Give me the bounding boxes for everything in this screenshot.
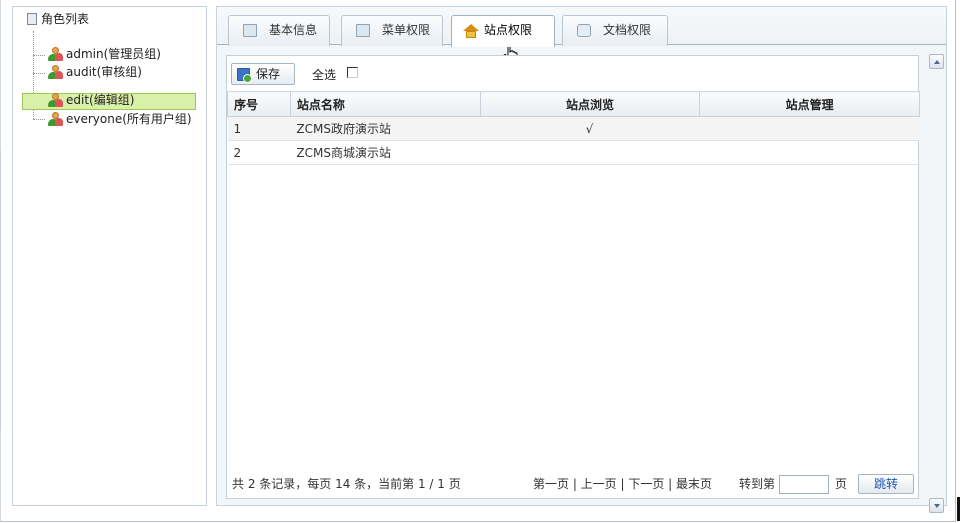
tab-basic-info[interactable]: 基本信息 bbox=[228, 15, 330, 46]
form-icon bbox=[243, 24, 257, 37]
form-icon bbox=[356, 24, 370, 37]
tab-site-permission[interactable]: 站点权限 bbox=[451, 15, 555, 47]
toolbar: 保存 全选 bbox=[227, 56, 918, 90]
home-icon bbox=[463, 24, 479, 38]
tree-item-everyone[interactable]: everyone(所有用户组) bbox=[47, 110, 192, 128]
table-row[interactable]: 2 ZCMS商城演示站 bbox=[227, 140, 920, 165]
tab-document-permission[interactable]: 文档权限 bbox=[562, 15, 668, 46]
tab-label: 菜单权限 bbox=[382, 23, 431, 37]
tree-item-edit[interactable]: edit(编辑组) bbox=[47, 91, 134, 109]
goto-page-input[interactable] bbox=[779, 475, 829, 494]
cell-browse[interactable]: √ bbox=[480, 116, 700, 141]
save-button-label: 保存 bbox=[256, 67, 281, 81]
role-tree-panel: 角色列表 admin(管理员组) audit(审核组) edit(编辑组) ev… bbox=[12, 6, 207, 506]
cell-no: 2 bbox=[227, 140, 291, 165]
tab-menu-permission[interactable]: 菜单权限 bbox=[341, 15, 443, 46]
cell-site-name: ZCMS政府演示站 bbox=[290, 116, 481, 141]
cell-browse[interactable] bbox=[480, 140, 700, 165]
goto-label: 转到第 bbox=[739, 477, 776, 491]
jump-button[interactable]: 跳转 bbox=[858, 474, 914, 494]
tree-connector bbox=[33, 55, 45, 56]
document-icon bbox=[577, 24, 591, 37]
tree-item-audit[interactable]: audit(审核组) bbox=[47, 63, 142, 81]
site-permission-content: 保存 全选 序号 站点名称 站点浏览 站点管理 1 ZCMS政府演示站 √ 2 … bbox=[226, 55, 920, 499]
save-icon bbox=[237, 68, 252, 83]
tab-bar: 基本信息 菜单权限 站点权限 文档权限 bbox=[217, 7, 946, 47]
user-group-icon bbox=[47, 47, 63, 61]
column-header-manage[interactable]: 站点管理 bbox=[699, 91, 920, 117]
cell-site-name: ZCMS商城演示站 bbox=[290, 140, 481, 165]
pagination-nav-links[interactable]: 第一页 | 上一页 | 下一页 | 最末页 bbox=[533, 470, 712, 498]
tree-item-admin[interactable]: admin(管理员组) bbox=[47, 45, 161, 63]
scroll-up-button[interactable] bbox=[929, 54, 944, 69]
page-unit-label: 页 bbox=[835, 477, 848, 491]
table-header-row: 序号 站点名称 站点浏览 站点管理 bbox=[227, 91, 920, 117]
tree-item-label: admin(管理员组) bbox=[66, 47, 161, 61]
user-group-icon bbox=[47, 112, 63, 126]
tree-root[interactable]: 角色列表 bbox=[27, 10, 89, 28]
arrow-down-icon bbox=[934, 504, 940, 508]
tree-item-label: audit(审核组) bbox=[66, 65, 142, 79]
tree-connector bbox=[33, 119, 45, 120]
cell-no: 1 bbox=[227, 116, 291, 141]
left-edge-divider bbox=[0, 150, 1, 430]
list-icon bbox=[27, 13, 37, 25]
user-group-icon bbox=[47, 65, 63, 79]
tree-connector bbox=[33, 73, 45, 74]
column-header-browse[interactable]: 站点浏览 bbox=[479, 91, 701, 117]
tab-label: 站点权限 bbox=[484, 23, 533, 37]
column-header-no[interactable]: 序号 bbox=[227, 91, 291, 117]
table-row[interactable]: 1 ZCMS政府演示站 √ bbox=[227, 116, 920, 141]
column-header-site-name[interactable]: 站点名称 bbox=[289, 91, 481, 117]
select-all-checkbox[interactable] bbox=[347, 67, 358, 78]
site-table: 序号 站点名称 站点浏览 站点管理 1 ZCMS政府演示站 √ 2 ZCMS商城… bbox=[227, 91, 920, 165]
tree-item-label: everyone(所有用户组) bbox=[66, 112, 192, 126]
cell-manage[interactable] bbox=[699, 116, 920, 141]
edge-marker bbox=[957, 497, 960, 521]
vertical-scrollbar[interactable] bbox=[929, 54, 945, 516]
tree-item-label: edit(编辑组) bbox=[66, 93, 135, 107]
tab-label: 基本信息 bbox=[269, 23, 318, 37]
user-group-icon bbox=[47, 93, 63, 107]
save-button[interactable]: 保存 bbox=[231, 63, 295, 85]
pagination-bar: 共 2 条记录，每页 14 条，当前第 1 / 1 页 第一页 | 上一页 | … bbox=[227, 470, 918, 498]
cell-manage[interactable] bbox=[699, 140, 920, 165]
permission-panel: 基本信息 菜单权限 站点权限 文档权限 保存 全选 序号 站点名称 站点浏览 站… bbox=[216, 6, 947, 506]
tree-root-label: 角色列表 bbox=[41, 12, 90, 26]
pagination-summary: 共 2 条记录，每页 14 条，当前第 1 / 1 页 bbox=[232, 477, 461, 491]
tab-label: 文档权限 bbox=[603, 23, 652, 37]
select-all-label: 全选 bbox=[312, 68, 337, 82]
scroll-down-button[interactable] bbox=[929, 498, 944, 513]
arrow-up-icon bbox=[934, 60, 940, 64]
